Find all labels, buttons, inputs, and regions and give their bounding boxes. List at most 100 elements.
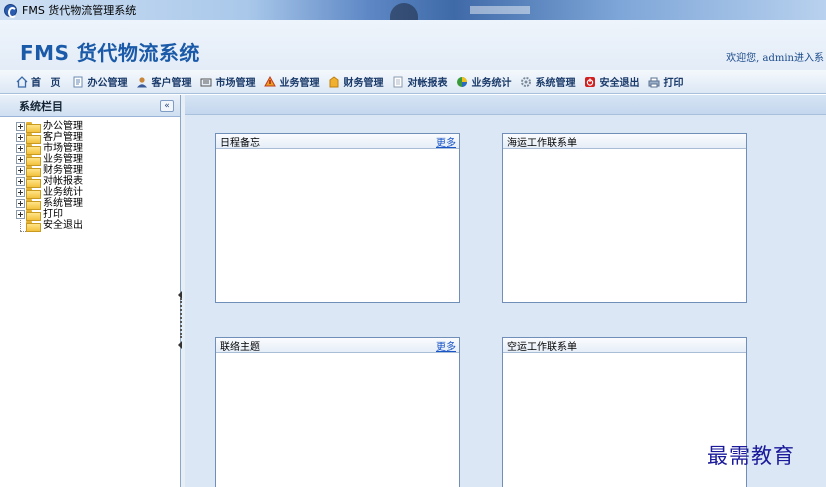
tree-item-label: 对帐报表: [43, 176, 83, 187]
tree-item-label: 安全退出: [43, 220, 83, 231]
toolbar-business-button[interactable]: 业务管理: [264, 74, 319, 89]
expand-icon[interactable]: [16, 166, 25, 175]
contact-more-link[interactable]: 更多: [436, 338, 456, 353]
main-toolbar: 首 页 办公管理 客户管理 市场管理 业务管理 财务管理 对帐报表 业务统计 系…: [0, 70, 826, 94]
folder-icon: [26, 133, 41, 144]
office-icon: [73, 76, 83, 87]
expand-icon[interactable]: [16, 133, 25, 142]
watermark: 最需教育: [707, 444, 795, 468]
toolbar-stats-label: 业务统计: [471, 78, 512, 89]
business-icon: [264, 75, 277, 86]
folder-icon: [26, 199, 41, 210]
sidebar: 系统栏目 « 办公管理 客户管理 市场管理 业务管理 财务管理 对帐报表 业务统…: [0, 95, 181, 487]
toolbar-finance-button[interactable]: 财务管理: [328, 74, 383, 89]
tree-item-stats[interactable]: 业务统计: [16, 187, 180, 199]
panel-header: 空运工作联系单: [503, 338, 746, 353]
expand-icon[interactable]: [16, 144, 25, 153]
sea-freight-panel: 海运工作联系单: [502, 133, 747, 303]
folder-icon: [26, 188, 41, 199]
toolbar-market-button[interactable]: 市场管理: [200, 74, 255, 89]
home-icon: [16, 75, 28, 88]
nav-tree: 办公管理 客户管理 市场管理 业务管理 财务管理 对帐报表 业务统计 系统管理: [0, 117, 180, 232]
tree-item-label: 业务统计: [43, 187, 83, 198]
titlebar-decoration: [390, 3, 418, 20]
market-icon: [200, 78, 212, 86]
content-topbar: [185, 95, 826, 115]
app-header: FMS 货代物流系统 欢迎您, admin进入系: [0, 20, 826, 70]
window-title: FMS 货代物流管理系统: [22, 4, 137, 17]
folder-icon: [26, 177, 41, 188]
toolbar-customer-button[interactable]: 客户管理: [136, 74, 191, 89]
toolbar-home-button[interactable]: 首 页: [16, 74, 63, 89]
toolbar-report-button[interactable]: 对帐报表: [392, 74, 447, 89]
toolbar-print-label: 打印: [663, 78, 684, 89]
splitter-grip[interactable]: [180, 298, 182, 338]
report-icon: [393, 76, 403, 87]
tree-item-label: 客户管理: [43, 132, 83, 143]
tree-item-print[interactable]: 打印: [16, 209, 180, 221]
folder-icon: [26, 166, 41, 177]
tree-item-label: 市场管理: [43, 143, 83, 154]
sidebar-header: 系统栏目 «: [0, 95, 180, 117]
window-titlebar: FMS 货代物流管理系统: [0, 0, 826, 20]
schedule-more-link[interactable]: 更多: [436, 134, 456, 149]
expand-icon[interactable]: [16, 210, 25, 219]
tree-item-finance[interactable]: 财务管理: [16, 165, 180, 177]
toolbar-print-button[interactable]: 打印: [648, 74, 683, 89]
tree-item-system[interactable]: 系统管理: [16, 198, 180, 210]
tree-item-market[interactable]: 市场管理: [16, 143, 180, 155]
panel-header: 海运工作联系单: [503, 134, 746, 149]
folder-icon: [26, 144, 41, 155]
toolbar-business-label: 业务管理: [279, 78, 320, 89]
tree-item-report[interactable]: 对帐报表: [16, 176, 180, 188]
main-content: 日程备忘 更多 海运工作联系单 联络主题 更多 空运工作联系单: [185, 95, 826, 487]
tree-item-label: 系统管理: [43, 198, 83, 209]
welcome-text: 欢迎您, admin进入系: [726, 53, 824, 64]
folder-icon: [26, 155, 41, 166]
expand-icon[interactable]: [16, 177, 25, 186]
toolbar-system-label: 系统管理: [535, 78, 576, 89]
tree-item-label: 业务管理: [43, 154, 83, 165]
expand-icon[interactable]: [16, 122, 25, 131]
splitter-collapse-arrow-icon[interactable]: [178, 341, 182, 349]
exit-icon: [585, 76, 596, 87]
contact-topic-panel: 联络主题 更多: [215, 337, 460, 487]
toolbar-exit-button[interactable]: 安全退出: [584, 74, 639, 89]
finance-icon: [329, 75, 339, 87]
tree-item-customer[interactable]: 客户管理: [16, 132, 180, 144]
expand-icon[interactable]: [16, 155, 25, 164]
panel-title: 空运工作联系单: [507, 341, 577, 353]
tree-item-label: 打印: [43, 209, 63, 220]
folder-icon: [26, 221, 41, 232]
panel-header: 联络主题 更多: [216, 338, 459, 353]
user-icon: [137, 76, 148, 87]
sidebar-collapse-button[interactable]: «: [160, 99, 174, 112]
panel-title: 日程备忘: [220, 137, 260, 149]
schedule-memo-panel: 日程备忘 更多: [215, 133, 460, 303]
sidebar-title: 系统栏目: [19, 99, 63, 113]
toolbar-exit-label: 安全退出: [599, 78, 640, 89]
folder-icon: [26, 210, 41, 221]
gear-icon: [521, 76, 532, 87]
app-title: FMS 货代物流系统: [20, 41, 200, 65]
tree-item-office[interactable]: 办公管理: [16, 121, 180, 133]
toolbar-home-label: 首 页: [31, 78, 64, 89]
tree-item-label: 办公管理: [43, 121, 83, 132]
toolbar-market-label: 市场管理: [215, 78, 256, 89]
printer-icon: [648, 77, 660, 87]
expand-icon[interactable]: [16, 188, 25, 197]
toolbar-office-button[interactable]: 办公管理: [72, 74, 127, 89]
expand-icon[interactable]: [16, 199, 25, 208]
toolbar-report-label: 对帐报表: [407, 78, 448, 89]
panel-header: 日程备忘 更多: [216, 134, 459, 149]
tree-item-business[interactable]: 业务管理: [16, 154, 180, 166]
toolbar-stats-button[interactable]: 业务统计: [456, 74, 511, 89]
app-icon: [4, 3, 17, 18]
toolbar-finance-label: 财务管理: [343, 78, 384, 89]
panel-title: 海运工作联系单: [507, 137, 577, 149]
panel-title: 联络主题: [220, 341, 260, 353]
folder-icon: [26, 122, 41, 133]
stats-icon: [457, 76, 468, 87]
toolbar-system-button[interactable]: 系统管理: [520, 74, 575, 89]
tree-item-exit[interactable]: 安全退出: [16, 219, 180, 232]
